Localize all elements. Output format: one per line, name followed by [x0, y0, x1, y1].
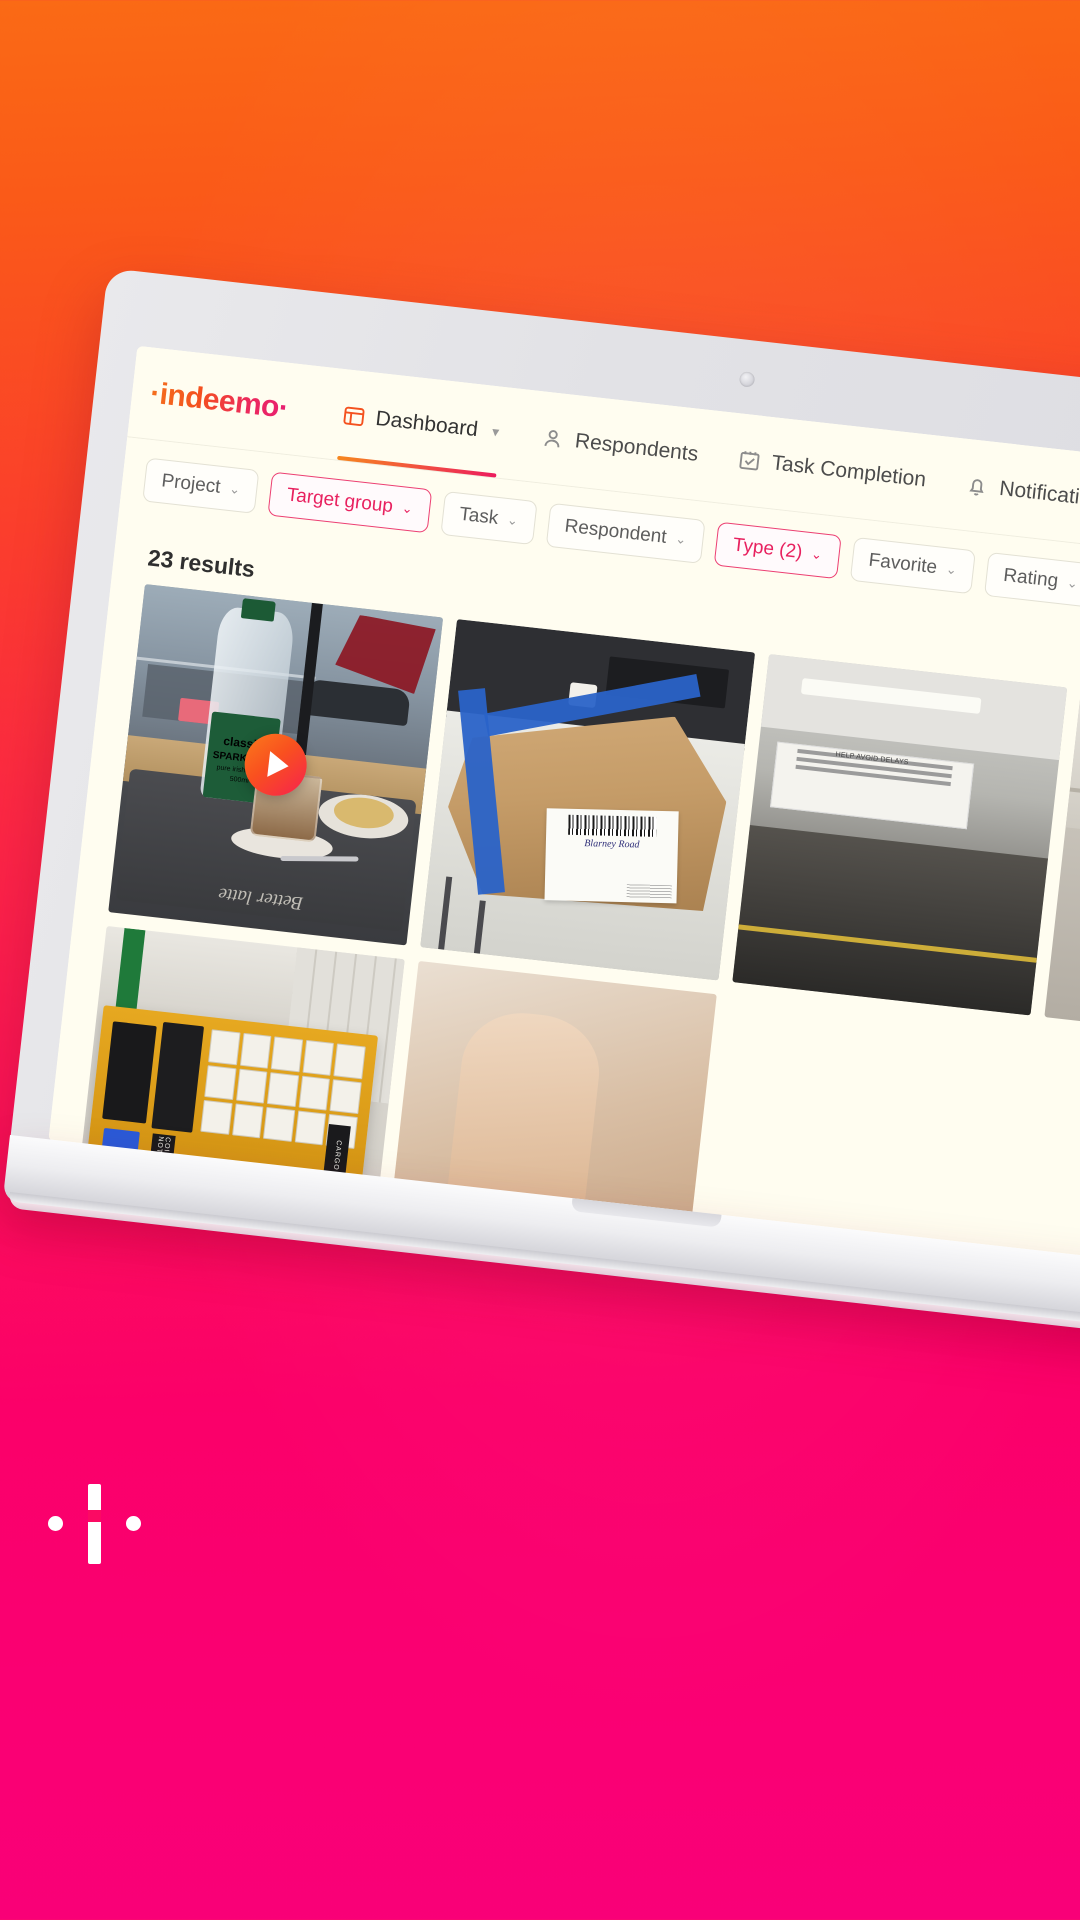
- filter-chip-project-label: Project: [160, 470, 222, 498]
- filter-chip-target-group[interactable]: Target group ⌄: [267, 471, 432, 534]
- machine-notice-label: COINS ONLY NOTES ONLY: [143, 1133, 176, 1219]
- nav-item-respondents-label: Respondents: [573, 428, 700, 466]
- laptop-lid: ·indeemo· Dashboard ▼ Respondents Task C…: [7, 268, 1080, 1294]
- barcode: [567, 814, 657, 837]
- dashboard-icon: [341, 403, 368, 430]
- glyph-dot-left: [48, 1516, 63, 1531]
- media-tile-store-photo[interactable]: HELP AVOID DELAYS: [732, 654, 1068, 1016]
- machine-panel: [102, 1021, 157, 1124]
- shipping-label: Blarney Road: [544, 807, 679, 904]
- filter-chip-task-label: Task: [458, 503, 500, 529]
- filter-chip-type[interactable]: Type (2) ⌄: [713, 521, 842, 580]
- store-rack: [732, 824, 1049, 1016]
- bell-icon: [964, 473, 991, 500]
- kiosk-green-pipe: [114, 927, 146, 1016]
- bottle-cap: [240, 598, 276, 622]
- laptop-screen: ·indeemo· Dashboard ▼ Respondents Task C…: [48, 345, 1080, 1266]
- indeemo-glyph-mark: [48, 1476, 144, 1572]
- machine-panel: [151, 1021, 205, 1134]
- chevron-down-icon: ⌄: [810, 546, 823, 563]
- laptop-mockup: ·indeemo· Dashboard ▼ Respondents Task C…: [0, 0, 1080, 1920]
- nav-item-notifications-label: Notifications: [998, 476, 1080, 512]
- chevron-down-icon: ▼: [488, 424, 503, 440]
- payment-machine: COINS ONLY NOTES ONLY CARGO PAYMENT: [76, 1005, 379, 1266]
- app-logo[interactable]: ·indeemo·: [148, 376, 291, 425]
- media-tile-hand-photo[interactable]: [381, 960, 717, 1266]
- media-tile-cafe-video[interactable]: classic SPARKLING pure irish water 500ml…: [108, 584, 444, 946]
- chevron-down-icon: ⌄: [674, 530, 688, 548]
- calendar-check-icon: [737, 447, 764, 474]
- filter-chip-respondent-label: Respondent: [563, 515, 668, 548]
- media-tile-parcel-photo[interactable]: Blarney Road: [420, 619, 756, 981]
- chevron-down-icon: ⌄: [945, 561, 958, 578]
- nav-item-dashboard-label: Dashboard: [374, 406, 480, 441]
- filter-chip-favorite[interactable]: Favorite ⌄: [849, 536, 977, 595]
- machine-screen: [100, 1128, 140, 1167]
- glyph-dot-right: [126, 1516, 141, 1531]
- nav-item-task-completion-label: Task Completion: [770, 450, 928, 491]
- nav-item-respondents[interactable]: Respondents: [536, 392, 703, 500]
- filter-chip-favorite-label: Favorite: [867, 549, 939, 579]
- webcam-dot: [738, 371, 756, 388]
- filter-chip-task[interactable]: Task ⌄: [439, 490, 538, 546]
- glyph-stem: [88, 1484, 101, 1564]
- filter-chip-respondent[interactable]: Respondent ⌄: [545, 502, 706, 564]
- results-count: 23 results: [146, 544, 257, 583]
- chevron-down-icon: ⌄: [401, 500, 414, 517]
- chevron-down-icon: ⌄: [228, 480, 242, 498]
- indeemo-app: ·indeemo· Dashboard ▼ Respondents Task C…: [48, 345, 1080, 1266]
- machine-slots: [91, 1176, 313, 1259]
- chevron-down-icon: ⌄: [506, 512, 519, 529]
- person-icon: [540, 425, 567, 452]
- filter-chip-type-label: Type (2): [731, 534, 804, 564]
- shipping-label-address: Blarney Road: [584, 837, 640, 850]
- shipping-label-lines: [626, 883, 672, 900]
- hand-closeup: [439, 1006, 606, 1266]
- filter-chip-project[interactable]: Project ⌄: [142, 457, 260, 514]
- cafe-spoon: [280, 855, 359, 862]
- chevron-down-icon: ⌄: [1066, 574, 1079, 592]
- selfie-background-shelf: [1065, 689, 1080, 861]
- filter-chip-rating-label: Rating: [1002, 564, 1060, 592]
- media-grid: classic SPARKLING pure irish water 500ml…: [69, 584, 1080, 1266]
- logo-wordmark: ·indeemo·: [148, 376, 291, 425]
- filter-chip-target-group-label: Target group: [285, 484, 395, 518]
- filter-chip-rating[interactable]: Rating ⌄: [984, 551, 1080, 608]
- media-tile-kiosk-photo[interactable]: COINS ONLY NOTES ONLY CARGO PAYMENT: [69, 925, 405, 1266]
- nav-item-dashboard[interactable]: Dashboard ▼: [337, 369, 507, 477]
- glyph-stem-gap: [88, 1510, 101, 1522]
